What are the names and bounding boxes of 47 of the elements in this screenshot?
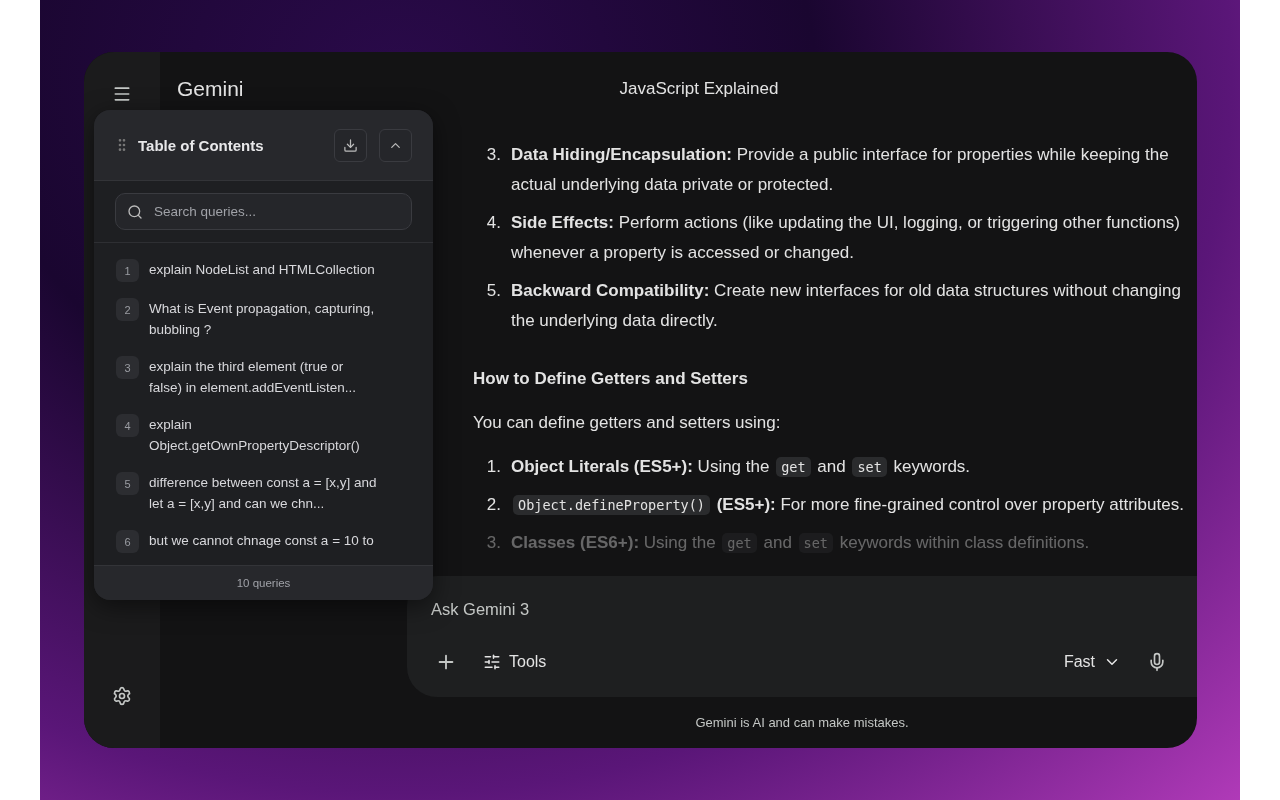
list-number: 1. — [485, 456, 502, 478]
list-item-text: Side Effects: Perform actions (like updating the UI, logging, or triggering other functions) whenever a property is accessed or changed. — [511, 212, 1181, 264]
list-item-text: Object Literals (ES5+): Using the get and set keywords. — [511, 456, 972, 479]
download-icon — [343, 137, 358, 153]
query-number: 1 — [116, 259, 139, 282]
inline-code: Object.defineProperty() — [513, 495, 710, 515]
query-item[interactable]: explain Object.getOwnPropertyDescriptor() — [149, 414, 377, 456]
query-item[interactable]: What is Event propagation, capturing, bubbling ? — [149, 298, 377, 340]
disclaimer: Gemini is AI and can make mistakes. — [694, 714, 910, 732]
query-number: 3 — [116, 356, 139, 379]
list-item-text: Backward Compatibility: Create new interfaces for old data structures without changing the underlying data directly. — [511, 280, 1182, 332]
list-number: 3. — [485, 532, 502, 554]
tools-button[interactable]: Tools — [479, 649, 551, 675]
query-item[interactable]: explain the third element (true or false) in element.addEventListen... — [149, 356, 377, 398]
conversation-title: JavaScript Explained — [619, 79, 779, 99]
list-item-text: Object.defineProperty() (ES5+): For more fine-grained control over property attributes. — [511, 490, 1189, 520]
app-name: Gemini — [177, 77, 245, 101]
list-number: 3. — [485, 144, 502, 166]
list-number: 4. — [485, 212, 502, 234]
inline-code: set — [852, 457, 887, 477]
list-number: 5. — [485, 280, 502, 302]
query-item[interactable]: explain NodeList and HTMLCollection — [149, 259, 377, 280]
list-item-text: Classes (ES6+): Using the get and set keywords within class definitions. — [511, 532, 1091, 555]
sliders-icon — [483, 653, 501, 671]
model-selector[interactable]: Fast — [1059, 649, 1125, 675]
bold-term: Object Literals (ES5+): — [511, 457, 693, 476]
query-number: 6 — [116, 530, 139, 553]
search-field[interactable]: Search queries... — [115, 193, 412, 230]
inline-code: set — [798, 533, 833, 553]
query-item[interactable]: difference between const a = [x,y] and let a = [x,y] and can we chn... — [149, 472, 377, 514]
paragraph: You can define getters and setters using: — [473, 412, 782, 434]
query-item[interactable]: but we cannot chnage const a = 10 to — [149, 530, 377, 551]
query-count: 10 queries — [236, 577, 291, 589]
query-number: 2 — [116, 298, 139, 321]
inline-code: get — [722, 533, 757, 553]
list-item-text: Data Hiding/Encapsulation: Provide a public interface for properties while keeping the actual underlying data private or protected. — [511, 144, 1170, 196]
search-icon — [127, 204, 143, 220]
download-button[interactable] — [334, 128, 367, 162]
prompt-input[interactable]: Ask Gemini 3 — [431, 598, 1171, 621]
list-number: 2. — [485, 494, 502, 516]
section-heading: How to Define Getters and Setters — [473, 368, 749, 390]
panel-title: Table of Contents — [138, 136, 265, 154]
inline-code: get — [776, 457, 811, 477]
bold-term: Classes (ES6+): — [511, 533, 640, 552]
query-number: 4 — [116, 414, 139, 437]
bold-term: (ES5+): — [716, 495, 776, 514]
query-number: 5 — [116, 472, 139, 495]
